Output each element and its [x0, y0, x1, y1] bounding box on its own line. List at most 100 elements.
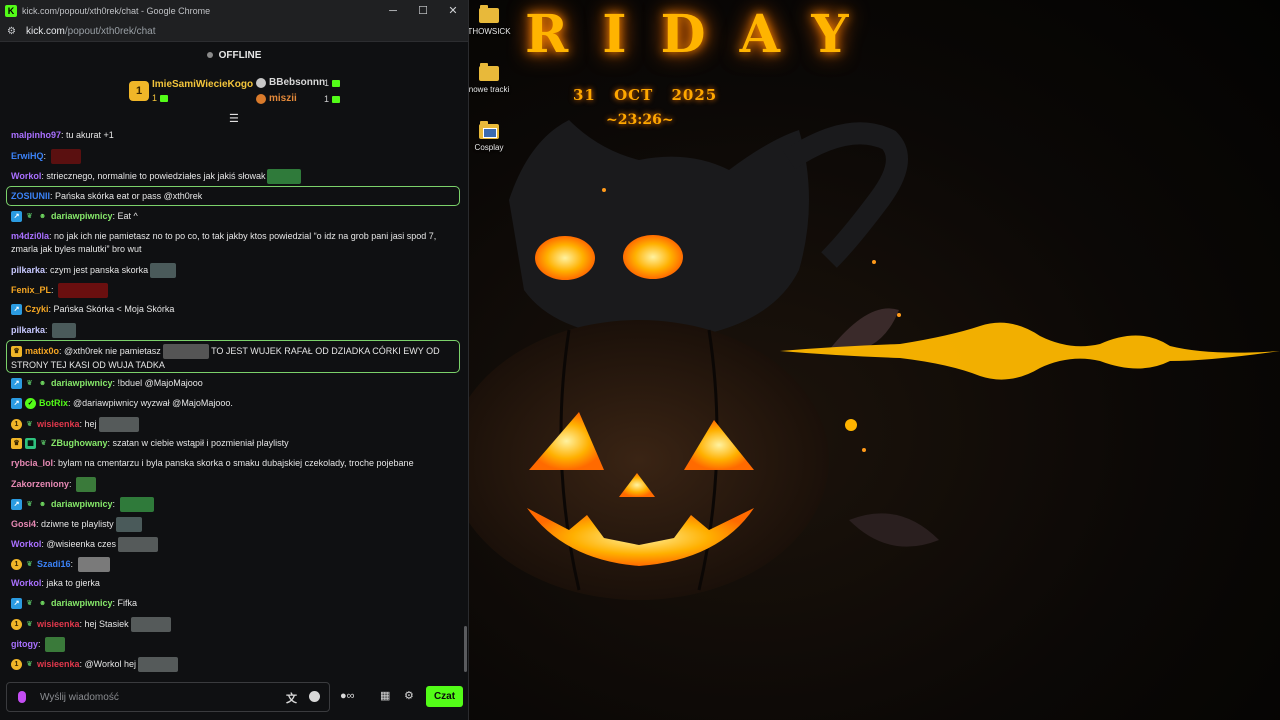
emote-icon[interactable]	[76, 477, 97, 492]
chat-username[interactable]: ZBughowany	[51, 438, 108, 448]
chat-message: ↗ ❦ ☻ dariawpiwnicy: Eat ^	[11, 210, 461, 223]
users-icon[interactable]: ●∞	[340, 690, 355, 702]
desktop-icon-label: THOWSICK	[467, 27, 511, 36]
address-bar[interactable]: ⚙ kick.com /popout/xth0rek/chat	[0, 21, 468, 42]
chat-message: Workol: striecznego, normalnie to powied…	[11, 169, 461, 184]
chat-username[interactable]: Workol	[11, 578, 41, 588]
emote-icon[interactable]	[77, 557, 110, 572]
chat-message: rybcia_lol: bylam na cmentarzu i byla pa…	[11, 458, 414, 468]
emote-icon[interactable]	[162, 344, 209, 359]
chat-username[interactable]: Zakorzeniony	[11, 479, 69, 489]
chat-text: no jak ich nie pamietasz no to po co, to…	[11, 231, 437, 254]
chat-message: ↗ ✓ BotRix: @dariawpiwnicy wyzwał @MajoMaj…	[11, 397, 461, 410]
leader-third-name[interactable]: miszii	[269, 93, 297, 104]
leaf-badge-icon: ❦	[26, 600, 33, 608]
chat-message: Workol: @wisieenka czes	[11, 537, 461, 552]
emote-icon[interactable]	[58, 283, 109, 298]
emote-icon[interactable]	[138, 657, 179, 672]
store-icon[interactable]: ▦	[380, 689, 390, 702]
chat-text: szatan w ciebie wstąpił i pozmieniał pla…	[112, 438, 289, 448]
leaf-badge-icon: ❦	[26, 213, 33, 221]
chat-text: bylam na cmentarzu i byla panska skorka …	[58, 458, 414, 468]
chat-username[interactable]: Szadi16	[37, 559, 71, 569]
emote-icon[interactable]	[45, 637, 66, 652]
chat-username[interactable]: Workol	[11, 171, 41, 181]
chat-text: @Workol hej	[84, 658, 137, 669]
leaf-badge-icon: ❦	[26, 421, 33, 428]
chat-username[interactable]: dariawpiwnicy	[51, 499, 113, 509]
chat-text: striecznego, normalnie to powiedziałes j…	[46, 170, 266, 181]
emote-icon[interactable]	[50, 149, 81, 164]
chat-username[interactable]: matix0o	[25, 346, 59, 356]
translate-icon[interactable]: 文	[286, 690, 297, 706]
chat-username[interactable]: wisieenka	[37, 419, 80, 429]
chat-message: Workol: jaka to gierka	[11, 578, 100, 588]
chat-username[interactable]: dariawpiwnicy	[51, 598, 113, 608]
emote-icon[interactable]	[52, 323, 77, 338]
chat-username[interactable]: Fenix_PL	[11, 285, 51, 295]
chat-username[interactable]: pilkarka	[11, 325, 45, 335]
collapse-leaderboard-icon[interactable]: ☰	[229, 112, 239, 125]
chat-input[interactable]: Wyślij wiadomość 文	[6, 682, 330, 712]
emote-icon[interactable]	[119, 497, 154, 512]
window-titlebar[interactable]: K kick.com/popout/xth0rek/chat - Google …	[0, 0, 468, 21]
chat-message: ZOSIUNII: Pańska skórka eat or pass @xth…	[11, 191, 203, 201]
chat-username[interactable]: Workol	[11, 539, 41, 549]
emote-icon[interactable]	[118, 537, 159, 552]
folder-icon	[479, 63, 499, 81]
chat-username[interactable]: wisieenka	[37, 619, 80, 629]
maximize-icon[interactable]: ☐	[408, 4, 438, 17]
coin-badge-icon: 1	[11, 619, 22, 630]
chat-text: hej Stasiek	[84, 618, 129, 629]
chat-username[interactable]: ZOSIUNII	[11, 191, 50, 201]
chat-input-bar: Wyślij wiadomość 文 ●∞ ▦ ⚙	[0, 676, 468, 720]
wallpaper-date: 31 OCT 2025	[573, 86, 718, 104]
chat-username[interactable]: BotRix	[39, 398, 68, 408]
chat-text: jaka to gierka	[46, 578, 100, 588]
minimize-icon[interactable]: ─	[378, 5, 408, 17]
emote-icon[interactable]	[267, 169, 302, 184]
crown-badge-icon: ♛	[11, 346, 22, 357]
rank-badge-icon: 1	[129, 81, 149, 101]
chat-username[interactable]: m4dzi0la	[11, 231, 49, 241]
settings-gear-icon[interactable]: ⚙	[404, 689, 414, 702]
microphone-icon[interactable]	[18, 691, 26, 703]
vip-badge-icon: ↗	[11, 378, 22, 390]
chat-text: Pańska Skórka < Moja Skórka	[53, 304, 175, 314]
chat-message: 1 ❦ wisieenka: hej Stasiek	[11, 617, 461, 632]
close-icon[interactable]: ✕	[438, 4, 468, 17]
chat-username[interactable]: malpinho97	[11, 130, 61, 140]
chat-input-placeholder: Wyślij wiadomość	[40, 692, 119, 703]
emoji-icon[interactable]	[309, 691, 320, 702]
chat-username[interactable]: Gosi4	[11, 519, 36, 529]
emote-icon[interactable]	[98, 417, 139, 432]
emote-icon[interactable]	[115, 517, 142, 532]
tier-badge-icon: ▦	[25, 438, 36, 450]
chat-text: !bduel @MajoMajooo	[117, 378, 203, 388]
leader-second-name[interactable]: BBebsonnn	[269, 77, 325, 88]
image-folder-icon	[479, 121, 499, 139]
leader-second-count: 1	[324, 78, 341, 88]
chat-username[interactable]: dariawpiwnicy	[51, 211, 113, 221]
chat-username[interactable]: pilkarka	[11, 265, 45, 275]
chat-username[interactable]: rybcia_lol	[11, 458, 53, 468]
audio-wave-glow	[780, 322, 1280, 380]
site-settings-icon[interactable]: ⚙	[7, 26, 21, 37]
emote-icon[interactable]	[130, 617, 171, 632]
gift-icon	[160, 95, 169, 103]
leader-first-count: 1	[152, 93, 169, 103]
chat-message: ♛ ▦ ❦ ZBughowany: szatan w ciebie wstąpił i…	[11, 437, 461, 450]
chat-username[interactable]: dariawpiwnicy	[51, 378, 113, 388]
emote-icon[interactable]	[150, 263, 177, 278]
chat-message: ♛ matix0o: @xth0rek nie pamietasz TO JEST…	[11, 344, 440, 370]
vip-badge-icon: ↗	[11, 304, 22, 316]
leader-first-name[interactable]: ImieSamiWiecieKogo	[152, 79, 253, 90]
chat-username[interactable]: ErwiHQ	[11, 151, 44, 161]
chat-message: malpinho97: tu akurat +1	[11, 130, 114, 140]
desktop-icon-label: Cosplay	[474, 143, 504, 152]
chat-username[interactable]: Czyki	[25, 304, 49, 314]
send-chat-button[interactable]: Czat	[426, 686, 463, 707]
chat-username[interactable]: wisieenka	[37, 659, 80, 669]
chat-username[interactable]: gitogy	[11, 639, 38, 649]
chat-scrollbar[interactable]	[464, 626, 467, 672]
